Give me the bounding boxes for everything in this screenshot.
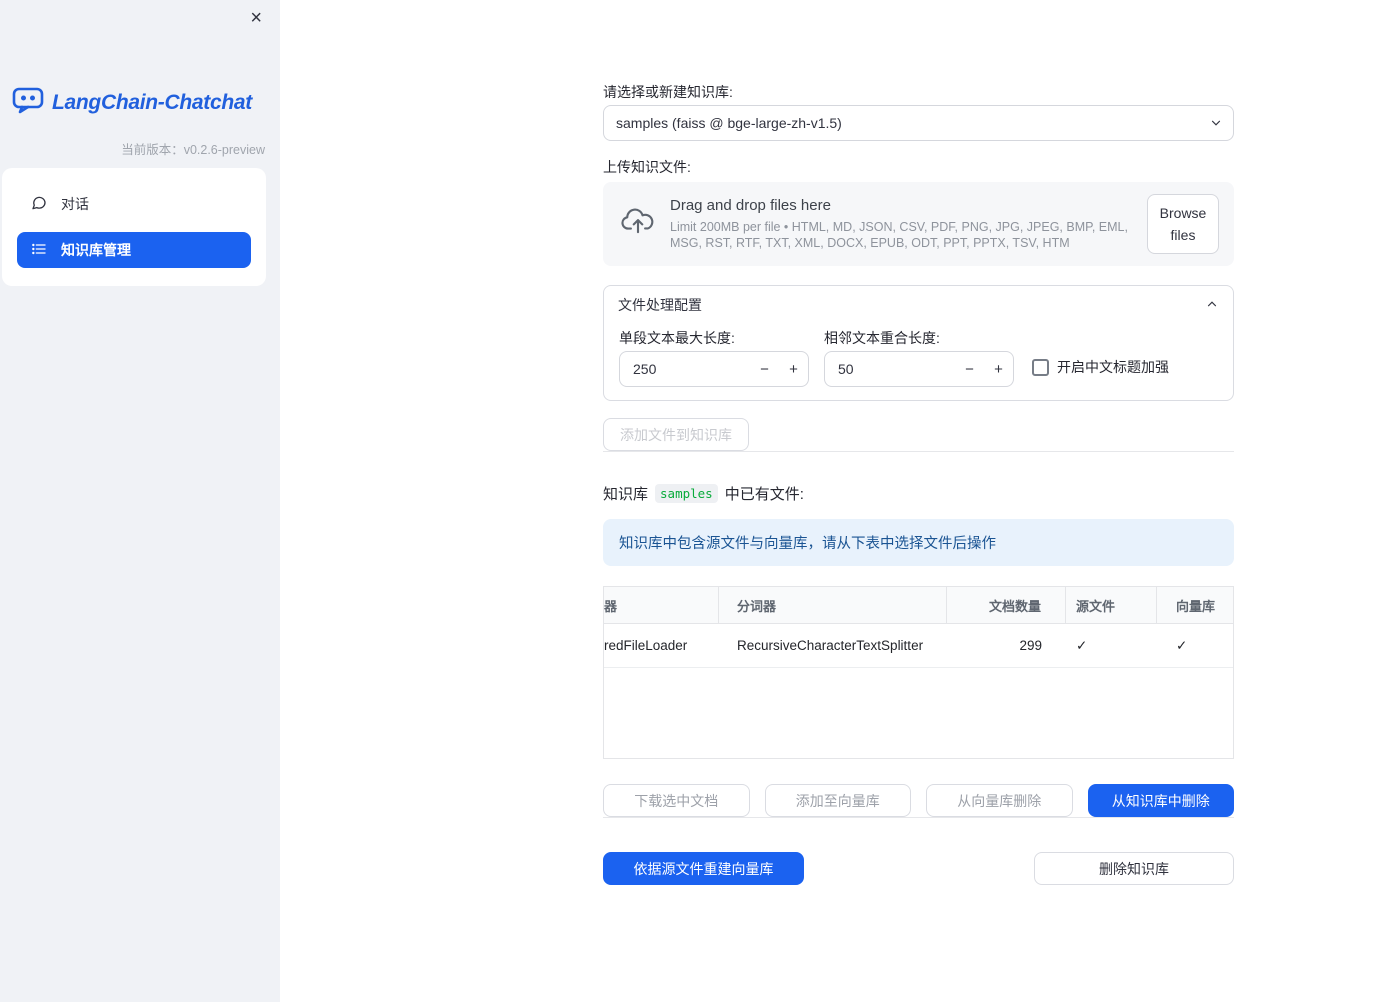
col-source-file-header: 源文件 (1066, 587, 1157, 623)
add-files-button[interactable]: 添加文件到知识库 (603, 418, 749, 451)
chat-bubble-icon (31, 195, 47, 214)
cell-splitter: RecursiveCharacterTextSplitter (737, 638, 924, 653)
add-to-vector-store-button[interactable]: 添加至向量库 (764, 784, 911, 817)
cloud-upload-icon (621, 208, 655, 240)
files-table[interactable]: 器 分词器 文档数量 源文件 向量库 redFileLoader Recursi… (603, 586, 1234, 759)
overlap-size-increment-button[interactable]: + (984, 361, 1013, 378)
version-label: 当前版本：v0.2.6-preview (121, 143, 265, 157)
expander-title: 文件处理配置 (618, 297, 702, 313)
col-splitter-header: 分词器 (719, 587, 947, 623)
info-banner: 知识库中包含源文件与向量库，请从下表中选择文件后操作 (603, 519, 1234, 566)
chunk-size-increment-button[interactable]: + (779, 361, 808, 378)
col-doc-count-header: 文档数量 (947, 587, 1066, 623)
overlap-size-value[interactable]: 50 (825, 361, 955, 377)
chunk-size-decrement-button[interactable]: − (750, 361, 779, 378)
chunk-size-label: 单段文本最大长度: (619, 330, 735, 346)
kb-select-label: 请选择或新建知识库: (603, 84, 733, 100)
rebuild-vector-store-button[interactable]: 依据源文件重建向量库 (603, 852, 804, 885)
overlap-size-label: 相邻文本重合长度: (824, 330, 940, 346)
delete-kb-button[interactable]: 删除知识库 (1034, 852, 1234, 885)
dropzone-title: Drag and drop files here (670, 196, 831, 214)
expander-header[interactable]: 文件处理配置 (604, 286, 1233, 324)
delete-from-kb-button[interactable]: 从知识库中删除 (1087, 784, 1234, 817)
zh-title-enhance-group: 开启中文标题加强 (1032, 357, 1169, 377)
app-logo: LangChain-Chatchat (12, 86, 252, 119)
logo-chat-icon (12, 86, 44, 119)
divider (603, 451, 1234, 452)
kb-select[interactable]: samples (faiss @ bge-large-zh-v1.5) (603, 105, 1234, 141)
main-content: 请选择或新建知识库: samples (faiss @ bge-large-zh… (603, 0, 1234, 885)
chunk-size-value[interactable]: 250 (620, 361, 750, 377)
info-text: 知识库中包含源文件与向量库，请从下表中选择文件后操作 (619, 536, 996, 552)
download-selected-button[interactable]: 下载选中文档 (603, 784, 750, 817)
table-row[interactable]: redFileLoader RecursiveCharacterTextSpli… (604, 624, 1233, 668)
sidebar-nav: 对话 知识库管理 (2, 168, 266, 286)
browse-files-button[interactable]: Browse files (1147, 193, 1219, 255)
cell-vector-store-check: ✓ (1176, 637, 1188, 653)
chunk-size-group: 单段文本最大长度: 250 − + (619, 329, 809, 387)
sidebar-item-label: 对话 (61, 196, 89, 212)
delete-from-vector-store-button[interactable]: 从向量库删除 (926, 784, 1073, 817)
file-config-expander: 文件处理配置 单段文本最大长度: 250 − + 相邻文本重合长度: 50 − … (603, 285, 1234, 401)
overlap-size-decrement-button[interactable]: − (955, 361, 984, 378)
col-vector-store-header: 向量库 (1176, 598, 1216, 614)
overlap-size-group: 相邻文本重合长度: 50 − + (824, 329, 1014, 387)
file-dropzone[interactable]: Drag and drop files here Limit 200MB per… (603, 182, 1234, 266)
sidebar-item-knowledge-base[interactable]: 知识库管理 (17, 232, 251, 268)
app-title: LangChain-Chatchat (52, 90, 252, 114)
overlap-size-input[interactable]: 50 − + (824, 351, 1014, 387)
zh-title-enhance-checkbox[interactable] (1032, 358, 1049, 376)
sidebar-item-label: 知识库管理 (61, 242, 131, 258)
col-loader-header: 器 (604, 587, 719, 623)
divider (603, 817, 1234, 818)
kb-action-buttons: 依据源文件重建向量库 删除知识库 (603, 852, 1234, 885)
existing-files-line: 知识库 samples 中已有文件: (603, 483, 1234, 504)
table-header-row: 器 分词器 文档数量 源文件 向量库 (604, 587, 1233, 624)
sidebar: × LangChain-Chatchat 当前版本：v0.2.6-preview… (0, 0, 280, 1002)
kb-select-value: samples (faiss @ bge-large-zh-v1.5) (616, 115, 842, 131)
expander-body: 单段文本最大长度: 250 − + 相邻文本重合长度: 50 − + 开启中文标… (604, 324, 1233, 400)
sidebar-item-dialogue[interactable]: 对话 (17, 186, 251, 222)
cell-doc-count: 299 (1019, 638, 1042, 653)
chevron-down-icon (1209, 116, 1223, 133)
existing-prefix: 知识库 (603, 486, 649, 503)
dropzone-text: Drag and drop files here Limit 200MB per… (670, 197, 1132, 252)
sidebar-close-icon[interactable]: × (244, 4, 268, 32)
existing-suffix: 中已有文件: (724, 486, 804, 503)
kb-name-code: samples (655, 484, 718, 503)
file-action-buttons: 下载选中文档 添加至向量库 从向量库删除 从知识库中删除 (603, 784, 1234, 817)
upload-label: 上传知识文件: (603, 159, 691, 175)
list-icon (31, 241, 47, 260)
zh-title-enhance-label: 开启中文标题加强 (1057, 359, 1169, 375)
dropzone-limit-text: Limit 200MB per file • HTML, MD, JSON, C… (670, 219, 1128, 250)
cell-loader: redFileLoader (604, 638, 688, 653)
chevron-up-icon (1205, 297, 1219, 314)
chunk-size-input[interactable]: 250 − + (619, 351, 809, 387)
cell-source-file-check: ✓ (1076, 637, 1088, 653)
